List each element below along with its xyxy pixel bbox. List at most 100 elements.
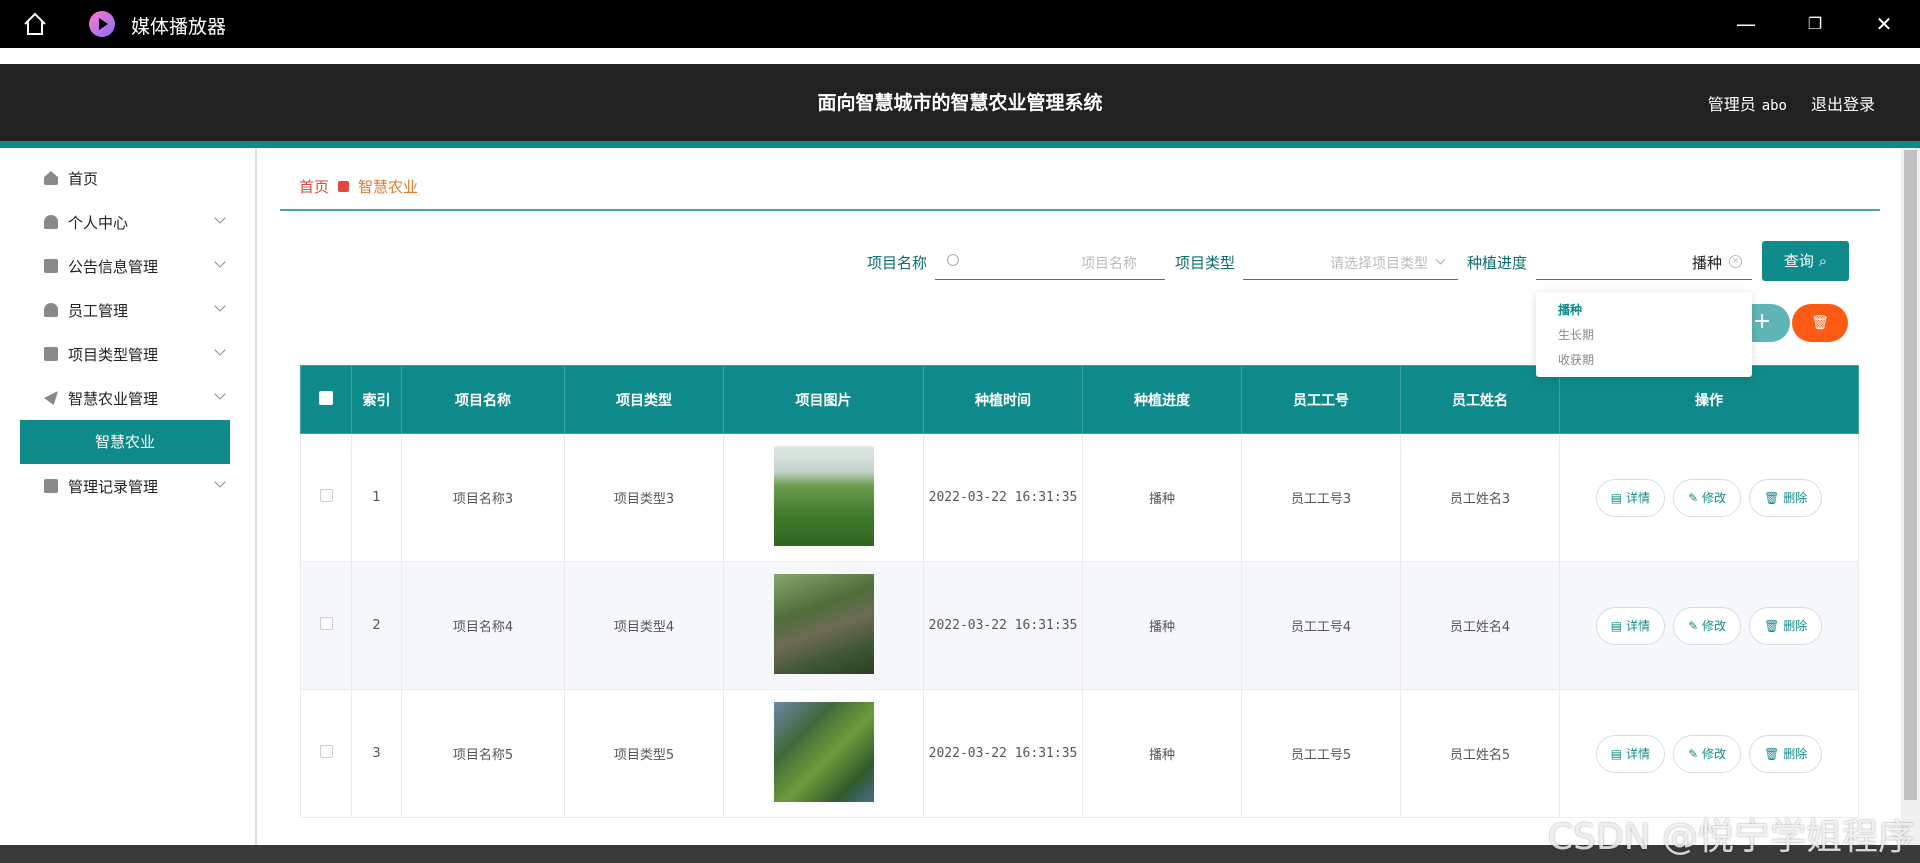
minimize-button[interactable]: — <box>1732 10 1760 38</box>
sidebar: 首页 个人中心 公告信息管理 员工管理 项目类型管理 智慧农业管理 智慧农业 管… <box>0 148 257 863</box>
col-emp-no: 员工工号 <box>1241 365 1401 434</box>
edit-button[interactable]: ✎ 修改 <box>1673 606 1741 645</box>
sidebar-item-profile[interactable]: 个人中心 <box>44 207 226 237</box>
media-player-icon <box>89 11 115 37</box>
breadcrumb-current: 智慧农业 <box>358 178 419 196</box>
detail-label: 详情 <box>1625 618 1650 633</box>
table-row: 2 项目名称4 项目类型4 2022-03-22 16:31:35 播种 员工工… <box>300 561 1859 690</box>
table-row: 3 项目名称5 项目类型5 2022-03-22 16:31:35 播种 员工工… <box>300 689 1859 818</box>
sidebar-item-notices[interactable]: 公告信息管理 <box>44 251 226 281</box>
cell-progress: 播种 <box>1082 689 1242 818</box>
progress-label: 种植进度 <box>1467 254 1528 272</box>
home-icon <box>44 171 58 185</box>
sidebar-item-label: 首页 <box>68 169 99 188</box>
cell-image <box>723 433 924 562</box>
sidebar-item-label: 公告信息管理 <box>68 257 159 276</box>
sidebar-item-records[interactable]: 管理记录管理 <box>44 471 226 501</box>
sidebar-subitem-smart-agri[interactable]: 智慧农业 <box>20 420 230 464</box>
col-index: 索引 <box>351 365 402 434</box>
detail-button[interactable]: ▤ 详情 <box>1595 478 1665 517</box>
search-icon: ⌕ <box>1818 252 1828 270</box>
project-name-input[interactable]: 项目名称 <box>935 244 1165 280</box>
cell-actions: ▤ 详情 ✎ 修改 🗑 删除 <box>1559 433 1859 562</box>
clear-icon[interactable]: × <box>1729 255 1742 268</box>
batch-delete-button[interactable]: 🗑 <box>1792 304 1848 342</box>
cell-emp-no: 员工工号5 <box>1241 689 1401 818</box>
sidebar-item-label: 员工管理 <box>68 301 129 320</box>
cell-name: 项目名称3 <box>401 433 565 562</box>
chevron-down-icon <box>214 256 226 268</box>
cell-type: 项目类型5 <box>564 689 724 818</box>
dropdown-option[interactable]: 播种 <box>1536 298 1752 323</box>
dropdown-option[interactable]: 生长期 <box>1536 323 1752 348</box>
cell-progress: 播种 <box>1082 433 1242 562</box>
sidebar-item-smart-agri[interactable]: 智慧农业管理 <box>44 383 226 413</box>
home-icon[interactable] <box>22 11 48 37</box>
edit-button[interactable]: ✎ 修改 <box>1673 734 1741 773</box>
user-info: 管理员 abo <box>1708 91 1787 115</box>
cell-name: 项目名称5 <box>401 689 565 818</box>
chevron-down-icon <box>214 388 226 400</box>
project-image <box>773 445 874 546</box>
edit-label: 修改 <box>1701 490 1726 505</box>
cell-type: 项目类型4 <box>564 561 724 690</box>
cell-image <box>723 561 924 690</box>
select-all-checkbox[interactable] <box>319 390 333 405</box>
detail-label: 详情 <box>1625 490 1650 505</box>
folder-icon <box>44 347 58 361</box>
cell-actions: ▤ 详情 ✎ 修改 🗑 删除 <box>1559 561 1859 690</box>
sidebar-item-project-types[interactable]: 项目类型管理 <box>44 339 226 369</box>
detail-button[interactable]: ▤ 详情 <box>1595 734 1665 773</box>
project-type-select[interactable]: 请选择项目类型 <box>1243 244 1458 280</box>
row-checkbox[interactable] <box>319 745 333 758</box>
cell-emp-no: 员工工号4 <box>1241 561 1401 690</box>
cell-progress: 播种 <box>1082 561 1242 690</box>
chevron-down-icon <box>214 476 226 488</box>
logout-link[interactable]: 退出登录 <box>1811 91 1875 115</box>
project-image <box>773 701 874 802</box>
sidebar-item-staff[interactable]: 员工管理 <box>44 295 226 325</box>
detail-label: 详情 <box>1625 746 1650 761</box>
cell-index: 1 <box>351 433 402 562</box>
send-icon <box>44 391 58 405</box>
project-type-label: 项目类型 <box>1175 254 1236 272</box>
breadcrumb-home[interactable]: 首页 <box>299 176 329 197</box>
detail-button[interactable]: ▤ 详情 <box>1595 606 1665 645</box>
query-button[interactable]: 查询 ⌕ <box>1762 241 1849 281</box>
delete-button[interactable]: 🗑 删除 <box>1749 478 1823 517</box>
dropdown-option[interactable]: 收获期 <box>1536 348 1752 373</box>
edit-label: 修改 <box>1701 746 1726 761</box>
row-select-cell <box>300 689 352 818</box>
cell-image <box>723 689 924 818</box>
cell-name: 项目名称4 <box>401 561 565 690</box>
sidebar-item-home[interactable]: 首页 <box>44 163 224 193</box>
scrollbar[interactable] <box>1901 148 1920 845</box>
maximize-button[interactable]: ❐ <box>1801 10 1829 38</box>
row-checkbox[interactable] <box>319 617 333 630</box>
project-image <box>773 573 874 674</box>
cell-time: 2022-03-22 16:31:35 <box>923 433 1083 562</box>
row-checkbox[interactable] <box>319 489 333 502</box>
progress-selected-value: 播种 <box>1691 254 1722 272</box>
project-name-placeholder: 项目名称 <box>1081 256 1137 272</box>
user-role: 管理员 <box>1707 95 1756 114</box>
cell-emp-name: 员工姓名4 <box>1400 561 1560 690</box>
col-image: 项目图片 <box>723 365 924 434</box>
window-titlebar: 媒体播放器 — ❐ ✕ <box>0 0 1920 48</box>
scrollbar-thumb[interactable] <box>1904 150 1917 800</box>
delete-button[interactable]: 🗑 删除 <box>1749 734 1823 773</box>
col-progress: 种植进度 <box>1082 365 1242 434</box>
table-row: 1 项目名称3 项目类型3 2022-03-22 16:31:35 播种 员工工… <box>300 433 1859 562</box>
sidebar-item-label: 管理记录管理 <box>68 477 159 496</box>
delete-label: 删除 <box>1783 618 1808 633</box>
progress-select[interactable]: 播种 × <box>1536 244 1752 280</box>
edit-button[interactable]: ✎ 修改 <box>1673 478 1741 517</box>
delete-button[interactable]: 🗑 删除 <box>1749 606 1823 645</box>
clipboard-icon <box>44 259 58 273</box>
row-select-cell <box>300 433 352 562</box>
username: abo <box>1761 98 1787 114</box>
delete-label: 删除 <box>1783 746 1808 761</box>
chevron-down-icon <box>214 212 226 224</box>
select-all-cell[interactable] <box>300 365 352 434</box>
close-button[interactable]: ✕ <box>1870 10 1898 38</box>
